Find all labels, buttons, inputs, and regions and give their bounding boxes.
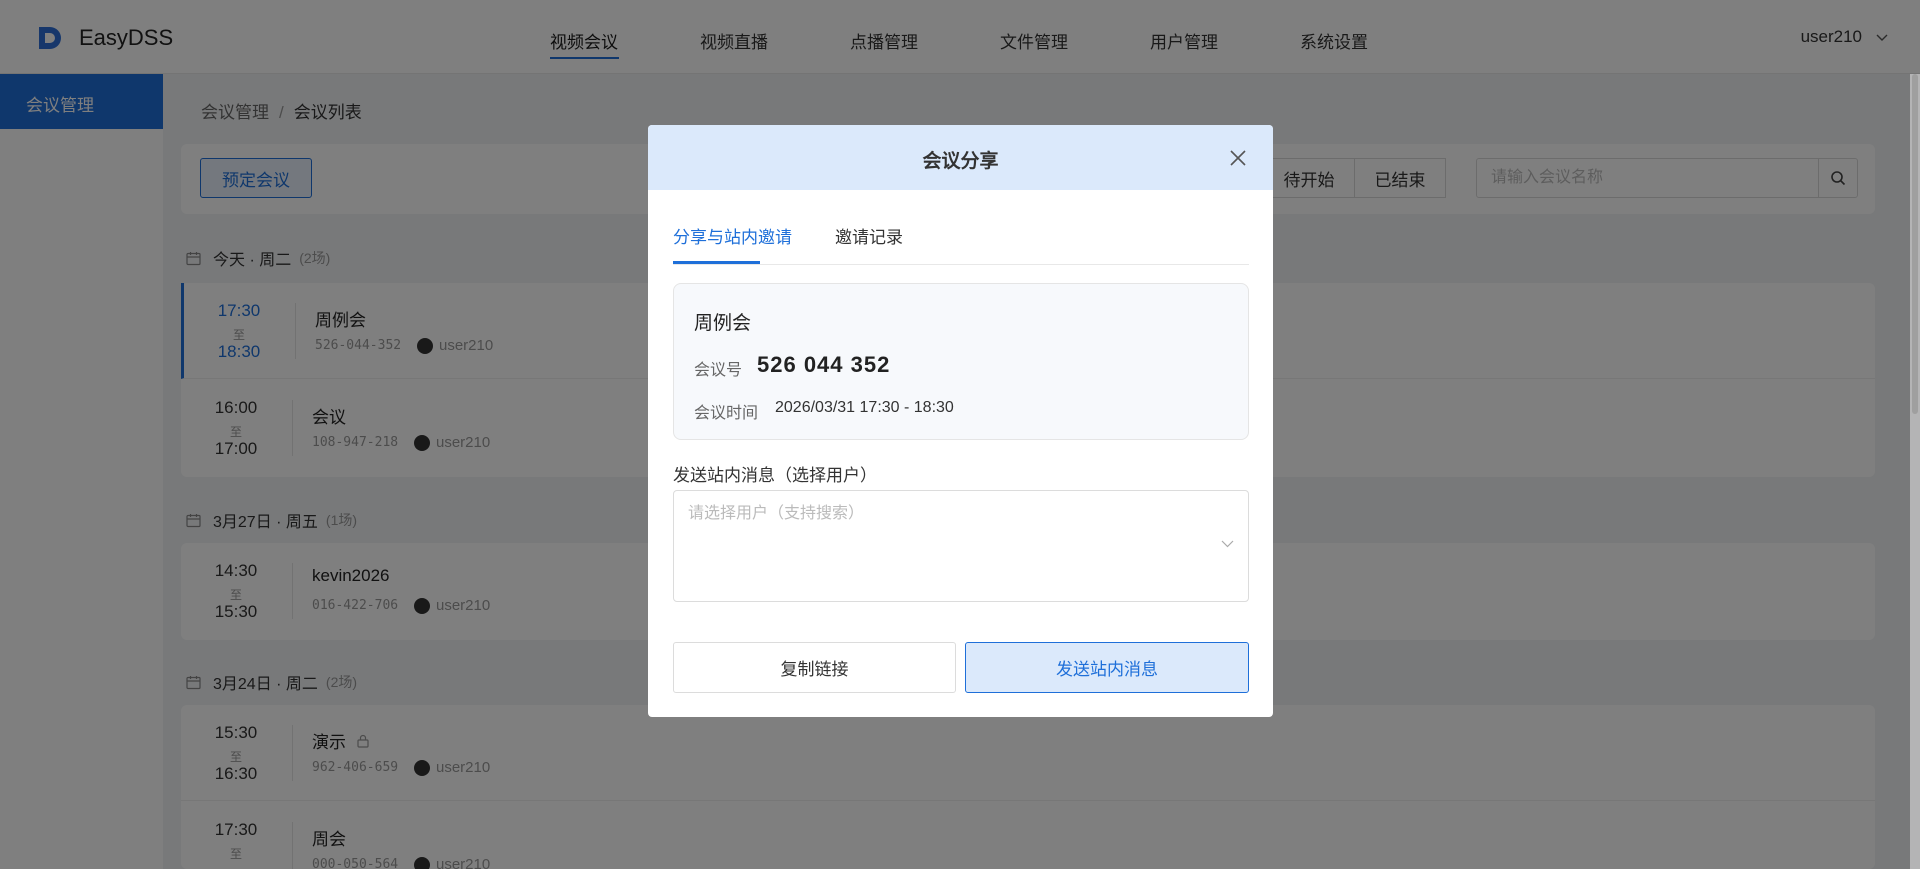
page-scrollbar[interactable] bbox=[1910, 74, 1920, 869]
info-meeting-id-value: 526 044 352 bbox=[757, 352, 891, 377]
dialog-title: 会议分享 bbox=[922, 151, 999, 172]
share-meeting-dialog: 会议分享 分享与站内邀请 邀请记录 周例会 会议号 526 044 352 会议… bbox=[648, 125, 1273, 717]
info-meeting-time-label: 会议时间 bbox=[694, 405, 759, 422]
copy-link-button[interactable]: 复制链接 bbox=[673, 642, 956, 693]
info-meeting-title: 周例会 bbox=[694, 313, 752, 334]
tab-share-invite[interactable]: 分享与站内邀请 bbox=[673, 223, 792, 248]
tab-divider bbox=[673, 264, 1249, 265]
user-select[interactable]: 请选择用户（支持搜索） bbox=[673, 490, 1249, 602]
meeting-info-card: 周例会 会议号 526 044 352 会议时间 2026/03/31 17:3… bbox=[673, 283, 1249, 440]
chevron-down-icon bbox=[1221, 540, 1234, 548]
info-meeting-id-label: 会议号 bbox=[694, 362, 743, 379]
send-message-label: 发送站内消息（选择用户） bbox=[673, 466, 877, 485]
scrollbar-thumb[interactable] bbox=[1912, 74, 1918, 414]
user-select-placeholder: 请选择用户（支持搜索） bbox=[688, 505, 865, 522]
info-meeting-time-value: 2026/03/31 17:30 - 18:30 bbox=[775, 399, 954, 416]
tab-invite-records[interactable]: 邀请记录 bbox=[835, 223, 903, 248]
dialog-header: 会议分享 bbox=[648, 125, 1273, 190]
close-icon[interactable] bbox=[1229, 149, 1247, 167]
send-message-button[interactable]: 发送站内消息 bbox=[965, 642, 1249, 693]
